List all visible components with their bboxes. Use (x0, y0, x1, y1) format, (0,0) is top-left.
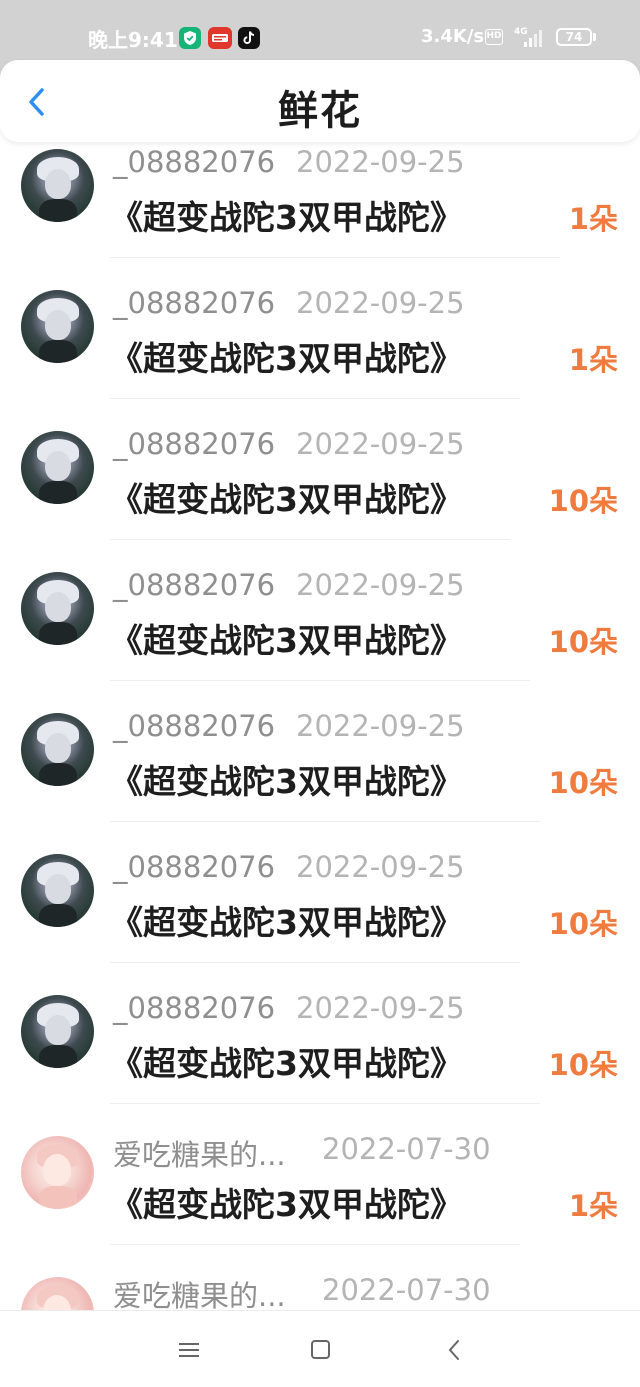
book-title: 《超变战陀3双甲战陀》 (110, 480, 463, 519)
flower-count: 1朵 (568, 202, 618, 236)
flower-record-list: _08882076 2022-09-25 《超变战陀3双甲战陀》 1朵 _0888207… (0, 145, 640, 1387)
triangle-back-icon (448, 1340, 459, 1360)
list-item[interactable]: 爱吃糖果的... 2022-07-30 《超变战陀3双甲战陀》 1朵 (0, 1132, 640, 1277)
avatar[interactable] (21, 854, 94, 927)
book-title: 《超变战陀3双甲战陀》 (110, 1044, 463, 1083)
record-date: 2022-09-25 (296, 991, 465, 1025)
username: _08882076 (113, 709, 276, 743)
username: _08882076 (113, 427, 276, 461)
flower-count: 10朵 (548, 766, 618, 800)
record-date: 2022-09-25 (296, 145, 465, 179)
avatar[interactable] (21, 290, 94, 363)
menu-button[interactable] (174, 1337, 204, 1363)
row-divider (110, 1103, 540, 1104)
username: _08882076 (113, 286, 276, 320)
list-item[interactable]: _08882076 2022-09-25 《超变战陀3双甲战陀》 10朵 (0, 427, 640, 572)
username: _08882076 (113, 145, 276, 179)
row-divider (110, 257, 560, 258)
network-label: 4G (514, 27, 528, 37)
flower-count: 1朵 (568, 343, 618, 377)
flower-records-page: 晚上9:41 3.4K/s HD 4G 74 鲜花 _08882076 2022… (0, 0, 640, 1387)
book-title: 《超变战陀3双甲战陀》 (110, 198, 463, 237)
record-date: 2022-07-30 (322, 1273, 491, 1307)
flower-count: 10朵 (548, 1048, 618, 1082)
app-header: 鲜花 (0, 60, 640, 142)
avatar[interactable] (21, 713, 94, 786)
book-title: 《超变战陀3双甲战陀》 (110, 762, 463, 801)
system-navigation-bar (0, 1310, 640, 1387)
book-title: 《超变战陀3双甲战陀》 (110, 1185, 463, 1224)
list-item[interactable]: _08882076 2022-09-25 《超变战陀3双甲战陀》 10朵 (0, 850, 640, 995)
status-time: 晚上9:41 (88, 28, 178, 52)
username: 爱吃糖果的... (113, 1279, 286, 1313)
username: 爱吃糖果的... (113, 1138, 286, 1172)
tiktok-app-icon (238, 27, 260, 49)
list-item[interactable]: _08882076 2022-09-25 《超变战陀3双甲战陀》 10朵 (0, 568, 640, 713)
avatar[interactable] (21, 1136, 94, 1209)
shield-app-icon (179, 27, 201, 49)
hd-icon: HD (485, 29, 503, 45)
record-date: 2022-09-25 (296, 709, 465, 743)
record-date: 2022-09-25 (296, 427, 465, 461)
row-divider (110, 680, 530, 681)
row-divider (110, 398, 520, 399)
book-title: 《超变战陀3双甲战陀》 (110, 903, 463, 942)
flower-count: 10朵 (548, 625, 618, 659)
system-back-button[interactable] (440, 1337, 470, 1363)
record-date: 2022-09-25 (296, 286, 465, 320)
news-app-icon (208, 27, 232, 49)
username: _08882076 (113, 850, 276, 884)
signal-icon: 4G (512, 25, 550, 53)
flower-count: 10朵 (548, 907, 618, 941)
list-item[interactable]: _08882076 2022-09-25 《超变战陀3双甲战陀》 1朵 (0, 145, 640, 290)
flower-count: 1朵 (568, 1189, 618, 1223)
record-date: 2022-07-30 (322, 1132, 491, 1166)
battery-icon: 74 (556, 28, 592, 46)
avatar[interactable] (21, 572, 94, 645)
record-date: 2022-09-25 (296, 850, 465, 884)
record-date: 2022-09-25 (296, 568, 465, 602)
battery-tip (593, 33, 596, 41)
net-speed: 3.4K/s (421, 26, 485, 47)
square-home-icon (311, 1340, 330, 1359)
book-title: 《超变战陀3双甲战陀》 (110, 621, 463, 660)
avatar[interactable] (21, 431, 94, 504)
avatar[interactable] (21, 995, 94, 1068)
list-item[interactable]: _08882076 2022-09-25 《超变战陀3双甲战陀》 1朵 (0, 286, 640, 431)
username: _08882076 (113, 991, 276, 1025)
list-item[interactable]: _08882076 2022-09-25 《超变战陀3双甲战陀》 10朵 (0, 991, 640, 1136)
home-button[interactable] (305, 1337, 335, 1363)
page-title: 鲜花 (278, 88, 362, 134)
row-divider (110, 821, 540, 822)
menu-icon (179, 1343, 199, 1357)
row-divider (110, 962, 520, 963)
row-divider (110, 539, 510, 540)
username: _08882076 (113, 568, 276, 602)
avatar[interactable] (21, 149, 94, 222)
book-title: 《超变战陀3双甲战陀》 (110, 339, 463, 378)
flower-count: 10朵 (548, 484, 618, 518)
list-item[interactable]: _08882076 2022-09-25 《超变战陀3双甲战陀》 10朵 (0, 709, 640, 854)
row-divider (110, 1244, 520, 1245)
